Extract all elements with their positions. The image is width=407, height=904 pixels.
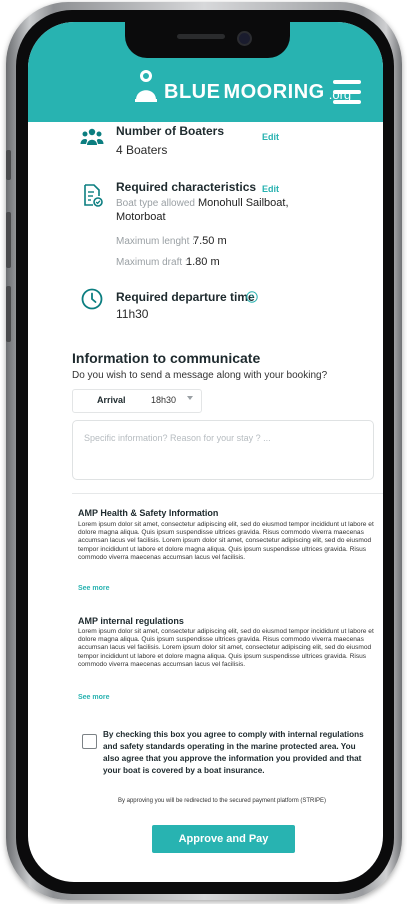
side-button-mute xyxy=(6,150,11,180)
regulations-see-more-link[interactable]: See more xyxy=(78,694,110,701)
health-see-more-link[interactable]: See more xyxy=(78,585,110,592)
boaters-title: Number of Boaters xyxy=(116,124,225,138)
message-textarea[interactable]: Specific information? Reason for your st… xyxy=(72,420,374,480)
chevron-down-icon xyxy=(187,396,193,400)
boaters-edit-link[interactable]: Edit xyxy=(262,132,279,142)
hamburger-menu-icon[interactable] xyxy=(333,80,361,104)
health-body: Lorem ipsum dolor sit amet, consectetur … xyxy=(78,521,374,561)
consent-text: By checking this box you agree to comply… xyxy=(103,730,364,775)
app-screen: BLUE MOORING .org Number of Boaters Edit… xyxy=(28,22,383,882)
approve-and-pay-button[interactable]: Approve and Pay xyxy=(152,825,295,853)
people-group-icon xyxy=(80,128,104,145)
max-draft-value: 1.80 m xyxy=(186,256,220,268)
regulations-title: AMP internal regulations xyxy=(78,616,184,626)
front-camera xyxy=(237,31,252,46)
departure-title: Required departure time xyxy=(116,290,255,304)
boat-type-label: Boat type allowed : xyxy=(116,198,201,209)
regulations-body: Lorem ipsum dolor sit amet, consectetur … xyxy=(78,628,374,668)
departure-value: 11h30 xyxy=(116,307,149,321)
max-length-label: Maximum lenght : xyxy=(116,236,195,247)
boat-type-value-2: Motorboat xyxy=(116,211,166,223)
boaters-value: 4 Boaters xyxy=(116,143,168,157)
document-check-icon xyxy=(84,184,103,207)
phone-mockup: BLUE MOORING .org Number of Boaters Edit… xyxy=(0,0,407,904)
redirect-note: By approving you will be redirected to t… xyxy=(117,798,327,804)
max-length-value: 7.50 m xyxy=(193,235,227,247)
health-title: AMP Health & Safety Information xyxy=(78,508,219,518)
side-button-volume-up xyxy=(6,212,11,268)
section-divider xyxy=(72,493,383,494)
characteristics-title: Required characteristics xyxy=(116,180,257,194)
communicate-question: Do you wish to send a message along with… xyxy=(72,370,328,381)
arrival-value: 18h30 xyxy=(151,395,177,405)
arrival-label: Arrival xyxy=(97,395,126,405)
side-button-volume-down xyxy=(6,286,11,342)
characteristics-edit-link[interactable]: Edit xyxy=(262,184,279,194)
logo-blue-text: BLUE xyxy=(164,81,221,103)
phone-notch xyxy=(125,22,290,58)
brand-logo[interactable]: BLUE MOORING .org xyxy=(134,70,351,104)
consent-checkbox[interactable] xyxy=(82,734,97,749)
question-circle-icon[interactable]: ? xyxy=(246,291,258,303)
arrival-time-select[interactable]: Arrival 18h30 xyxy=(72,389,202,413)
message-placeholder: Specific information? Reason for your st… xyxy=(84,433,271,443)
logo-mooring-text: MOORING xyxy=(223,81,325,103)
max-draft-label: Maximum draft : xyxy=(116,257,188,268)
header-bar: BLUE MOORING .org xyxy=(28,22,383,122)
svg-text:?: ? xyxy=(250,293,254,302)
communicate-title: Information to communicate xyxy=(72,350,261,366)
speaker-grille xyxy=(177,34,225,39)
boat-type-value: Monohull Sailboat, xyxy=(198,197,289,209)
mooring-buoy-icon xyxy=(135,70,157,102)
clock-icon xyxy=(81,288,103,310)
